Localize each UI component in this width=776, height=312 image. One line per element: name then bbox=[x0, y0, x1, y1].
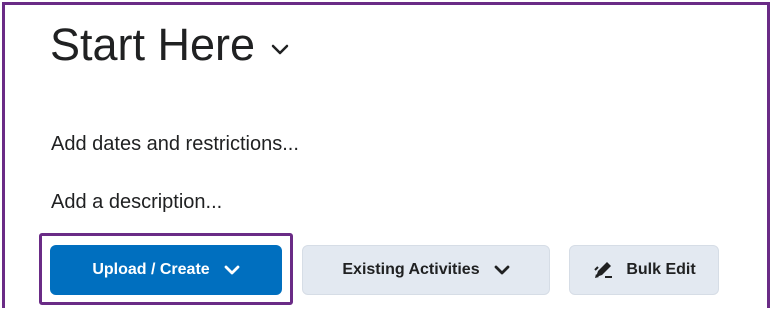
bulk-edit-label: Bulk Edit bbox=[626, 261, 696, 278]
module-panel: Start Here Add dates and restrictions...… bbox=[2, 2, 770, 308]
add-description-link[interactable]: Add a description... bbox=[51, 191, 222, 214]
chevron-down-icon bbox=[494, 265, 510, 274]
pencil-icon bbox=[594, 262, 613, 278]
upload-create-label: Upload / Create bbox=[92, 261, 210, 278]
chevron-down-icon bbox=[224, 265, 240, 274]
existing-activities-button[interactable]: Existing Activities bbox=[302, 245, 550, 295]
existing-activities-label: Existing Activities bbox=[342, 261, 480, 278]
bulk-edit-button[interactable]: Bulk Edit bbox=[569, 245, 719, 295]
page-title: Start Here bbox=[50, 19, 256, 70]
module-title-row: Start Here bbox=[50, 15, 289, 75]
add-dates-link[interactable]: Add dates and restrictions... bbox=[51, 133, 299, 156]
chevron-down-icon[interactable] bbox=[271, 44, 289, 56]
upload-create-button[interactable]: Upload / Create bbox=[50, 245, 282, 295]
